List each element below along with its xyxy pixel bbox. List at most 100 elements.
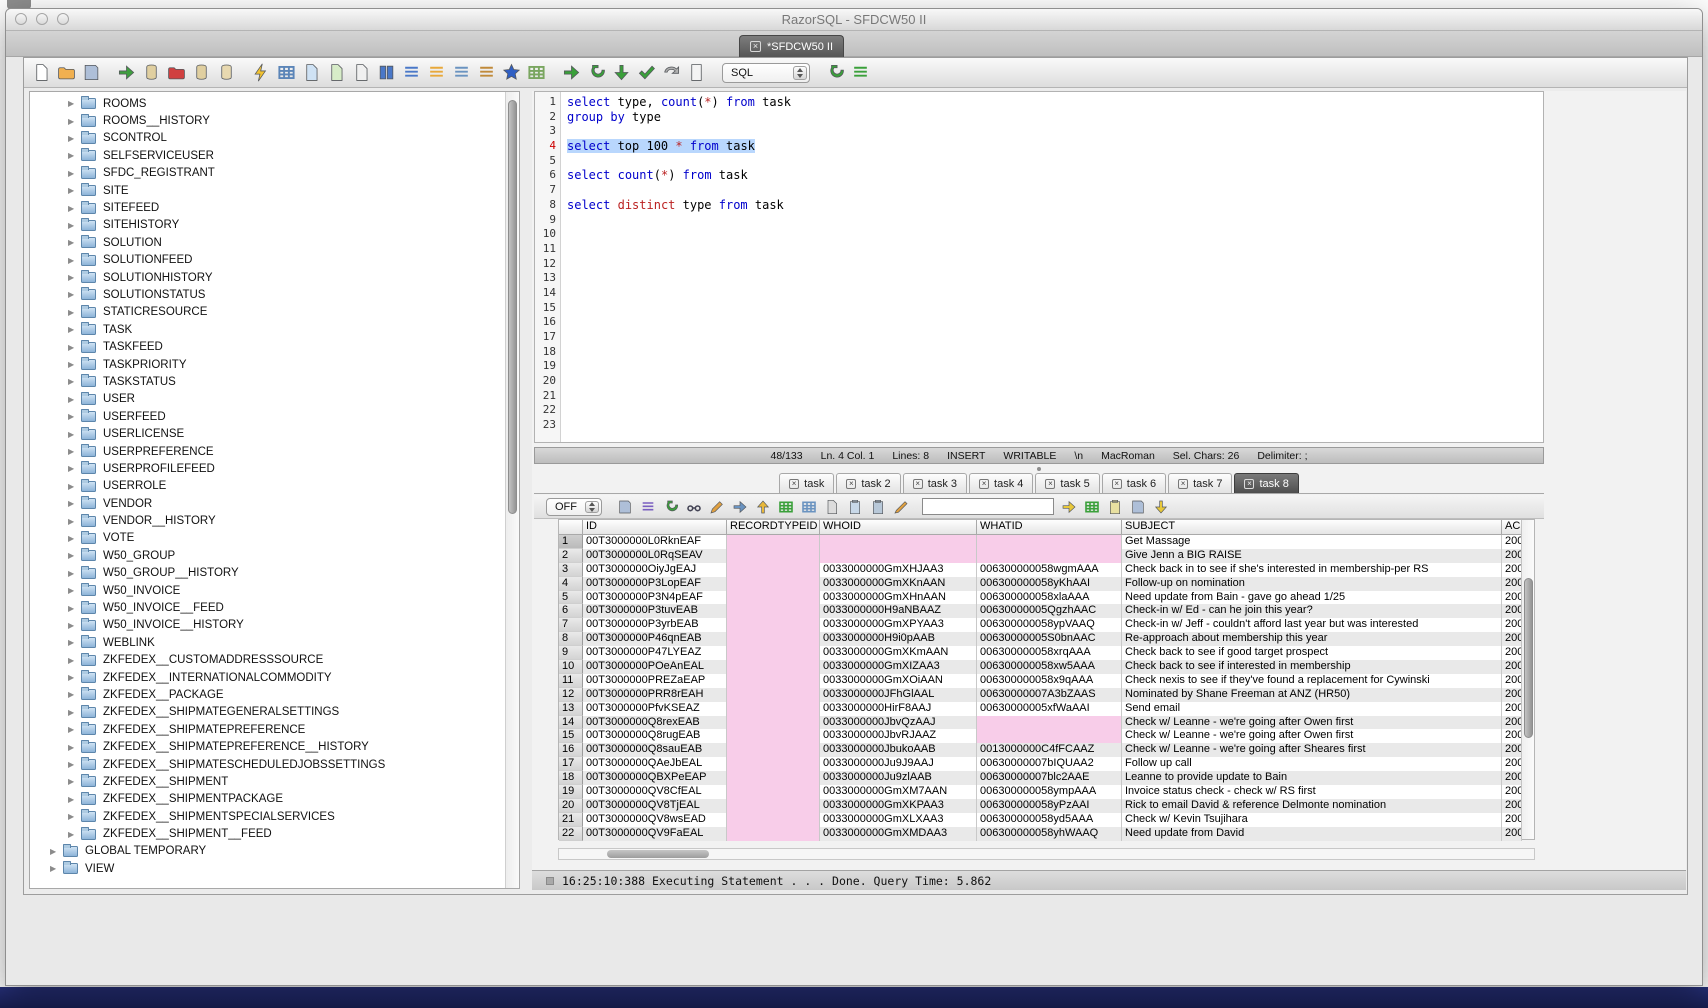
table-favorites-icon[interactable] bbox=[527, 63, 546, 82]
row-number-cell[interactable]: 16 bbox=[559, 743, 583, 757]
table-row[interactable]: 200T3000000L0RqSEAVGive Jenn a BIG RAISE… bbox=[559, 549, 1534, 563]
disclosure-arrow-icon[interactable]: ▶ bbox=[68, 360, 81, 369]
result-tab[interactable]: ×task 8 bbox=[1234, 473, 1298, 493]
save-results-icon[interactable] bbox=[617, 499, 633, 515]
grid-cell[interactable]: 200 bbox=[1502, 646, 1522, 660]
grid-cell[interactable]: 00T3000000Q8rugEAB bbox=[583, 729, 727, 743]
grid-cell[interactable] bbox=[727, 702, 820, 716]
disclosure-arrow-icon[interactable]: ▶ bbox=[50, 847, 63, 856]
form-view-icon[interactable] bbox=[801, 499, 817, 515]
disclosure-arrow-icon[interactable]: ▶ bbox=[68, 830, 81, 839]
disclosure-arrow-icon[interactable]: ▶ bbox=[68, 343, 81, 352]
table-row[interactable]: 100T3000000L0RknEAFGet Massage200 bbox=[559, 535, 1534, 549]
grid-cell[interactable]: 00630000007blc2AAE bbox=[977, 771, 1122, 785]
grid-cell[interactable]: 200 bbox=[1502, 785, 1522, 799]
close-result-tab-icon[interactable]: × bbox=[1045, 479, 1055, 489]
grid-cell[interactable]: 00T3000000P3yrbEAB bbox=[583, 618, 727, 632]
grid-cell[interactable] bbox=[727, 729, 820, 743]
disclosure-arrow-icon[interactable]: ▶ bbox=[68, 569, 81, 578]
grid-cell[interactable] bbox=[727, 743, 820, 757]
grid-cell[interactable]: Leanne to provide update to Bain bbox=[1122, 771, 1502, 785]
close-result-tab-icon[interactable]: × bbox=[1244, 479, 1254, 489]
execute-sql-icon[interactable] bbox=[252, 63, 271, 82]
disclosure-arrow-icon[interactable]: ▶ bbox=[68, 743, 81, 752]
disclosure-arrow-icon[interactable]: ▶ bbox=[68, 117, 81, 126]
grid-cell[interactable]: Check-in w/ Jeff - couldn't afford last … bbox=[1122, 618, 1502, 632]
tree-item[interactable]: ▶SITEFEED bbox=[30, 199, 505, 216]
grid-cell[interactable]: 00630000005QgzhAAC bbox=[977, 604, 1122, 618]
disclosure-arrow-icon[interactable]: ▶ bbox=[68, 204, 81, 213]
tree-item[interactable]: ▶VIEW bbox=[30, 860, 505, 877]
grid-cell[interactable]: Get Massage bbox=[1122, 535, 1502, 549]
tree-item[interactable]: ▶WEBLINK bbox=[30, 634, 505, 651]
tree-item[interactable]: ▶ZKFEDEX__SHIPMENT bbox=[30, 773, 505, 790]
grid-cell[interactable] bbox=[727, 646, 820, 660]
editor-code[interactable]: select type, count(*) from taskgroup by … bbox=[562, 92, 1543, 442]
grid-cell[interactable]: 00T3000000OiyJgEAJ bbox=[583, 563, 727, 577]
grid-cell[interactable]: 00T3000000P3tuvEAB bbox=[583, 604, 727, 618]
grid-column-header[interactable]: SUBJECT bbox=[1122, 520, 1502, 535]
grid-cell[interactable]: 0033000000HirF8AAJ bbox=[820, 702, 977, 716]
describe-table-icon[interactable] bbox=[277, 63, 296, 82]
grid-cell[interactable]: 0033000000GmXM7AAN bbox=[820, 785, 977, 799]
grid-cell[interactable] bbox=[977, 549, 1122, 563]
tree-item[interactable]: ▶TASKSTATUS bbox=[30, 373, 505, 390]
sql-editor[interactable]: 1234567891011121314151617181920212223 se… bbox=[534, 91, 1544, 443]
tree-item[interactable]: ▶STATICRESOURCE bbox=[30, 304, 505, 321]
close-result-tab-icon[interactable]: × bbox=[979, 479, 989, 489]
result-tab[interactable]: ×task bbox=[779, 473, 834, 493]
row-number-cell[interactable]: 14 bbox=[559, 716, 583, 730]
grid-cell[interactable]: 0033000000Ju9J9AAJ bbox=[820, 757, 977, 771]
close-tab-icon[interactable]: × bbox=[750, 41, 761, 52]
expand-rows-icon[interactable] bbox=[732, 499, 748, 515]
table-row[interactable]: 1600T3000000Q8sauEAB0033000000JbukoAAB00… bbox=[559, 743, 1534, 757]
highlight-icon[interactable] bbox=[893, 499, 909, 515]
row-number-cell[interactable]: 6 bbox=[559, 604, 583, 618]
splitter-handle[interactable] bbox=[1037, 467, 1041, 471]
grid-cell[interactable]: Need update from David bbox=[1122, 827, 1502, 841]
grid-cell[interactable]: 006300000058ympAAA bbox=[977, 785, 1122, 799]
row-number-cell[interactable]: 20 bbox=[559, 799, 583, 813]
table-row[interactable]: 600T3000000P3tuvEAB0033000000H9aNBAAZ006… bbox=[559, 604, 1534, 618]
grid-cell[interactable] bbox=[727, 577, 820, 591]
grid-cell[interactable]: 00T3000000QAeJbEAL bbox=[583, 757, 727, 771]
disclosure-arrow-icon[interactable]: ▶ bbox=[68, 499, 81, 508]
grid-hscrollbar[interactable] bbox=[558, 848, 1535, 860]
disclosure-arrow-icon[interactable]: ▶ bbox=[68, 638, 81, 647]
tree-item[interactable]: ▶ZKFEDEX__SHIPMATEGENERALSETTINGS bbox=[30, 704, 505, 721]
tree-scrollbar[interactable] bbox=[505, 92, 519, 888]
results-search-input[interactable] bbox=[922, 498, 1054, 515]
result-tab[interactable]: ×task 3 bbox=[903, 473, 967, 493]
disclosure-arrow-icon[interactable]: ▶ bbox=[68, 464, 81, 473]
row-number-cell[interactable]: 22 bbox=[559, 827, 583, 841]
disclosure-arrow-icon[interactable]: ▶ bbox=[68, 586, 81, 595]
close-result-tab-icon[interactable]: × bbox=[789, 479, 799, 489]
save-file-icon[interactable] bbox=[82, 63, 101, 82]
grid-cell[interactable]: 00T3000000POeAnEAL bbox=[583, 660, 727, 674]
row-number-cell[interactable]: 3 bbox=[559, 563, 583, 577]
row-count-icon[interactable] bbox=[851, 63, 870, 82]
grid-cell[interactable]: Check w/ Leanne - we're going after Owen… bbox=[1122, 716, 1502, 730]
connection-info-icon[interactable] bbox=[217, 63, 236, 82]
disclosure-arrow-icon[interactable]: ▶ bbox=[68, 708, 81, 717]
grid-cell[interactable]: 0033000000GmXKPAA3 bbox=[820, 799, 977, 813]
disclosure-arrow-icon[interactable]: ▶ bbox=[68, 256, 81, 265]
favorites-star-icon[interactable] bbox=[502, 63, 521, 82]
disclosure-arrow-icon[interactable]: ▶ bbox=[68, 430, 81, 439]
tree-item[interactable]: ▶ZKFEDEX__SHIPMATESCHEDULEDJOBSSETTINGS bbox=[30, 756, 505, 773]
grid-cell[interactable]: 00T3000000P47LYEAZ bbox=[583, 646, 727, 660]
stepper-icon[interactable] bbox=[585, 501, 599, 513]
disclosure-arrow-icon[interactable]: ▶ bbox=[68, 325, 81, 334]
disclosure-arrow-icon[interactable]: ▶ bbox=[68, 186, 81, 195]
stepper-icon[interactable] bbox=[793, 66, 807, 80]
grid-cell[interactable] bbox=[727, 618, 820, 632]
table-row[interactable]: 1000T3000000POeAnEAL0033000000GmXIZAA300… bbox=[559, 660, 1534, 674]
grid-cell[interactable]: 200 bbox=[1502, 702, 1522, 716]
grid-cell[interactable]: Check back to see if interested in membe… bbox=[1122, 660, 1502, 674]
grid-cell[interactable]: Send email bbox=[1122, 702, 1502, 716]
connect-icon[interactable] bbox=[117, 63, 136, 82]
grid-cell[interactable]: 00T3000000QBXPeEAP bbox=[583, 771, 727, 785]
grid-cell[interactable] bbox=[727, 757, 820, 771]
tree-item[interactable]: ▶USERROLE bbox=[30, 478, 505, 495]
table-row[interactable]: 2100T3000000QV8wsEAD0033000000GmXLXAA300… bbox=[559, 813, 1534, 827]
